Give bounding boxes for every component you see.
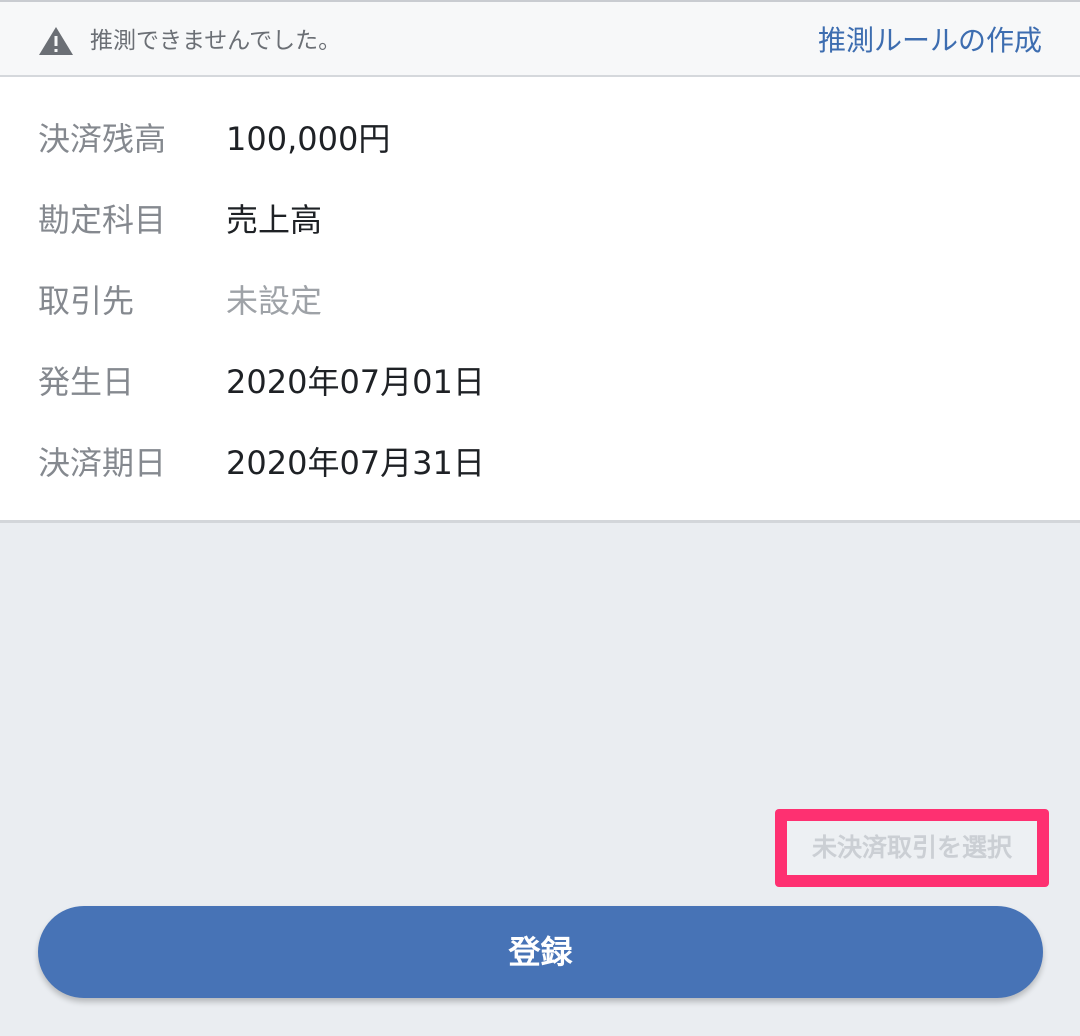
- notice-bar: 推測できませんでした。 推測ルールの作成: [0, 2, 1080, 77]
- create-rule-link[interactable]: 推測ルールの作成: [818, 20, 1042, 62]
- detail-card: 決済残高 100,000円 勘定科目 売上高 取引先 未設定 発生日 2020年…: [0, 77, 1080, 523]
- warning-icon: [39, 27, 73, 55]
- notice-message: 推測できませんでした。: [90, 28, 342, 54]
- detail-value: 売上高: [226, 201, 323, 239]
- detail-value: 100,000円: [226, 120, 391, 158]
- detail-label: 勘定科目: [38, 201, 167, 239]
- detail-label: 発生日: [38, 363, 135, 401]
- detail-value: 未設定: [226, 282, 323, 320]
- detail-row-account[interactable]: 勘定科目 売上高: [0, 190, 1080, 250]
- detail-label: 取引先: [38, 282, 135, 320]
- detail-row-partner[interactable]: 取引先 未設定: [0, 271, 1080, 331]
- detail-label: 決済期日: [38, 444, 167, 482]
- detail-value: 2020年07月31日: [226, 444, 485, 482]
- detail-row-due-date[interactable]: 決済期日 2020年07月31日: [0, 433, 1080, 493]
- select-unsettled-button[interactable]: 未決済取引を選択: [787, 821, 1037, 875]
- detail-row-issue-date[interactable]: 発生日 2020年07月01日: [0, 352, 1080, 412]
- highlight-frame: 未決済取引を選択: [775, 809, 1049, 887]
- register-button[interactable]: 登録: [38, 906, 1043, 998]
- detail-value: 2020年07月01日: [226, 363, 485, 401]
- detail-row-balance: 決済残高 100,000円: [0, 109, 1080, 169]
- detail-label: 決済残高: [38, 120, 167, 158]
